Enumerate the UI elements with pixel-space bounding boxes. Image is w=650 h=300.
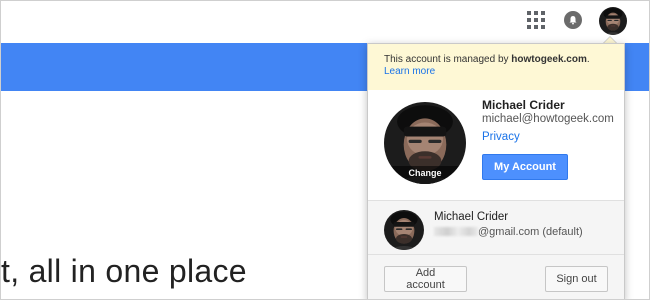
user-email: michael@howtogeek.com (482, 113, 614, 125)
managed-account-notice: This account is managed by howtogeek.com… (368, 44, 624, 90)
current-account-section: Change Michael Crider michael@howtogeek.… (368, 90, 624, 200)
my-account-button[interactable]: My Account (482, 154, 568, 180)
managed-domain: howtogeek.com (511, 54, 587, 65)
other-account-avatar (384, 210, 424, 250)
redacted-email-prefix (434, 227, 478, 236)
notice-prefix: This account is managed by (384, 54, 512, 65)
notice-suffix: . (586, 54, 590, 65)
account-switcher-card: This account is managed by howtogeek.com… (367, 43, 625, 299)
notifications-bell-icon[interactable] (564, 11, 582, 29)
other-account-name: Michael Crider (434, 211, 509, 223)
apps-grid-icon[interactable] (527, 11, 545, 29)
top-header (1, 1, 649, 43)
page-frame: t, all in one place This account is mana… (0, 0, 650, 300)
background-headline: t, all in one place (1, 253, 247, 289)
sign-out-button[interactable]: Sign out (545, 266, 608, 292)
learn-more-link[interactable]: Learn more (384, 66, 435, 77)
privacy-link[interactable]: Privacy (482, 131, 520, 143)
other-account-email: @gmail.com (default) (434, 226, 583, 238)
card-footer: Add account Sign out (368, 255, 624, 299)
account-avatar-button[interactable] (599, 7, 627, 35)
user-name: Michael Crider (482, 98, 565, 112)
add-account-button[interactable]: Add account (384, 266, 467, 292)
profile-photo[interactable]: Change (384, 102, 466, 184)
change-photo-label[interactable]: Change (384, 166, 466, 184)
other-account-row[interactable]: Michael Crider @gmail.com (default) (368, 200, 624, 255)
other-account-email-suffix: @gmail.com (default) (478, 226, 583, 238)
